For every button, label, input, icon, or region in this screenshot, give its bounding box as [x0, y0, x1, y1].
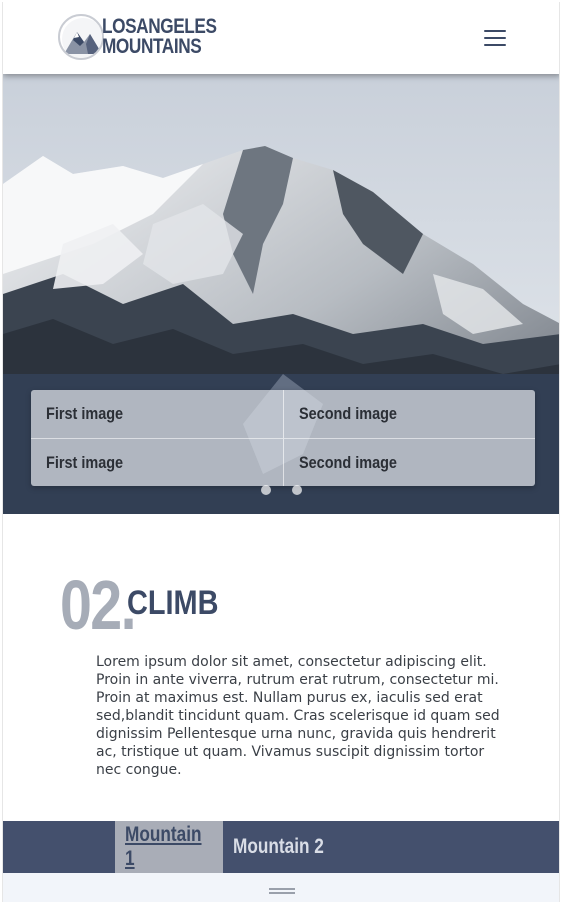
site-logo[interactable]: LOSANGELES MOUNTAINS [58, 14, 242, 60]
section-number: 02. [60, 566, 137, 644]
section-title: CLIMB [127, 584, 219, 622]
page-frame: LOSANGELES MOUNTAINS First image Second … [2, 2, 560, 902]
slide-first-image[interactable]: First image [31, 390, 283, 438]
slider-dots [261, 485, 302, 495]
tab-mountain-1[interactable]: Mountain 1 [115, 821, 223, 873]
section-body: Lorem ipsum dolor sit amet, consectetur … [96, 654, 500, 778]
logo-line-1: LOSANGELES [102, 15, 217, 38]
slide-second-image[interactable]: Second image [283, 438, 535, 486]
climb-section: 02. CLIMB Lorem ipsum dolor sit amet, co… [3, 514, 559, 824]
mountain-logo-icon [58, 14, 104, 60]
drawer-handle-icon[interactable] [269, 888, 295, 894]
hero-image: First image Second image First image Sec… [3, 74, 559, 514]
site-header: LOSANGELES MOUNTAINS [3, 2, 559, 74]
slide-first-image[interactable]: First image [31, 438, 283, 486]
slider-dot-1[interactable] [261, 485, 271, 495]
mountain-tabs: Mountain 1 Mountain 2 [3, 821, 559, 873]
image-slider: First image Second image First image Sec… [31, 390, 535, 486]
slider-dot-2[interactable] [292, 485, 302, 495]
hamburger-menu-icon[interactable] [484, 30, 506, 46]
slide-second-image[interactable]: Second image [283, 390, 535, 438]
logo-line-2: MOUNTAINS [102, 35, 202, 58]
tab-mountain-2[interactable]: Mountain 2 [233, 821, 344, 873]
